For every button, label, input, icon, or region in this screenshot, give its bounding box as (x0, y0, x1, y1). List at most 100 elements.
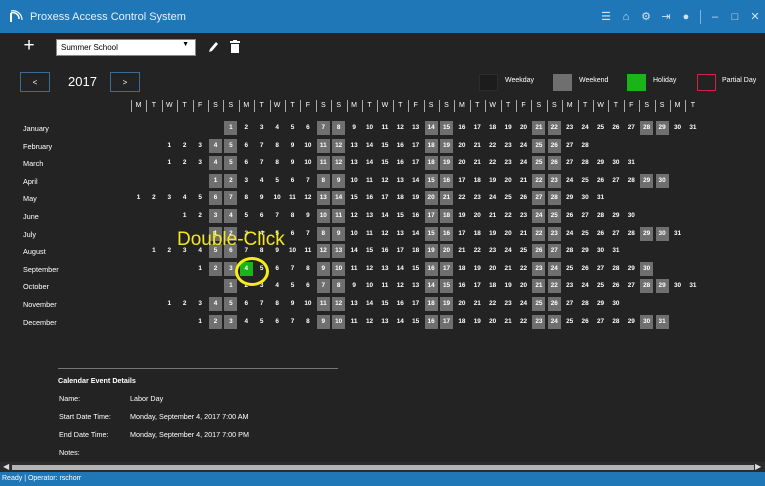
calendar-day[interactable]: 14 (394, 315, 407, 329)
calendar-day[interactable]: 2 (178, 297, 191, 311)
calendar-day[interactable]: 11 (316, 297, 330, 311)
calendar-day[interactable]: 27 (563, 156, 576, 170)
calendar-day[interactable]: 27 (625, 279, 638, 293)
calendar-day[interactable]: 22 (532, 173, 546, 188)
calendar-day[interactable]: 7 (255, 139, 268, 153)
calendar-day[interactable]: 8 (316, 173, 330, 188)
calendar-day[interactable]: 12 (378, 227, 391, 241)
calendar-day[interactable]: 6 (301, 121, 314, 135)
calendar-day[interactable]: 27 (594, 262, 607, 276)
calendar-day[interactable]: 13 (394, 174, 407, 188)
calendar-day[interactable]: 1 (194, 262, 207, 276)
calendar-day[interactable]: 30 (640, 314, 654, 329)
calendar-day[interactable]: 10 (316, 209, 330, 223)
calendar-day[interactable]: 16 (455, 121, 468, 135)
calendar-day[interactable]: 11 (378, 121, 391, 135)
calendar-day[interactable]: 1 (163, 156, 176, 170)
calendar-day[interactable]: 24 (547, 261, 561, 276)
calendar-day[interactable]: 2 (163, 244, 176, 258)
calendar-day[interactable]: 18 (471, 227, 484, 241)
calendar-day[interactable]: 14 (424, 121, 438, 135)
calendar-day[interactable]: 13 (348, 156, 361, 170)
calendar-day[interactable]: 15 (378, 297, 391, 311)
calendar-day[interactable]: 26 (609, 121, 622, 135)
calendar-day[interactable]: 17 (409, 156, 422, 170)
calendar-day[interactable]: 6 (240, 156, 253, 170)
calendar-day[interactable]: 12 (332, 156, 346, 171)
calendar-day[interactable]: 20 (424, 191, 438, 206)
calendar-day[interactable]: 10 (363, 279, 376, 293)
calendar-day[interactable]: 29 (655, 121, 669, 135)
calendar-day[interactable]: 22 (471, 244, 484, 258)
calendar-day[interactable]: 13 (332, 244, 346, 259)
calendar-day[interactable]: 30 (625, 209, 638, 223)
calendar-day[interactable]: 22 (486, 297, 499, 311)
calendar-day[interactable]: 29 (640, 226, 654, 241)
calendar-day[interactable]: 4 (209, 156, 222, 171)
calendar-day[interactable]: 13 (348, 297, 361, 311)
calendar-day[interactable]: 12 (348, 209, 361, 223)
calendar-day[interactable]: 26 (517, 191, 530, 205)
calendar-day[interactable]: 15 (394, 209, 407, 223)
calendar-day[interactable]: 7 (255, 156, 268, 170)
calendar-day[interactable]: 15 (440, 121, 453, 135)
calendar-day[interactable]: 23 (471, 191, 484, 205)
calendar-day[interactable]: 22 (455, 191, 468, 205)
calendar-day[interactable]: 3 (194, 297, 207, 311)
calendar-day[interactable]: 18 (440, 209, 453, 223)
calendar-day[interactable]: 8 (316, 226, 330, 241)
calendar-day[interactable]: 3 (224, 314, 238, 329)
calendar-day[interactable]: 25 (517, 244, 530, 258)
calendar-day[interactable]: 7 (316, 121, 330, 135)
calendar-day[interactable]: 18 (424, 297, 438, 311)
calendar-day[interactable]: 21 (502, 315, 515, 329)
calendar-day[interactable]: 1 (163, 297, 176, 311)
calendar-day[interactable]: 20 (455, 139, 468, 153)
calendar-day[interactable]: 4 (271, 279, 284, 293)
calendar-day[interactable]: 25 (532, 138, 546, 153)
calendar-day[interactable]: 7 (271, 209, 284, 223)
calendar-day[interactable]: 12 (378, 174, 391, 188)
calendar-day[interactable]: 19 (502, 121, 515, 135)
calendar-day[interactable]: 28 (609, 315, 622, 329)
calendar-day[interactable]: 30 (655, 226, 669, 241)
calendar-day[interactable]: 12 (363, 315, 376, 329)
calendar-day[interactable]: 9 (348, 121, 361, 135)
calendar-day[interactable]: 20 (502, 174, 515, 188)
calendar-day[interactable]: 29 (655, 279, 669, 294)
calendar-day[interactable]: 14 (332, 191, 346, 206)
calendar-day[interactable]: 13 (316, 191, 330, 206)
calendar-day[interactable]: 25 (563, 315, 576, 329)
calendar-day[interactable]: 26 (547, 156, 561, 171)
calendar-day[interactable]: 8 (301, 315, 314, 329)
calendar-day[interactable]: 8 (240, 191, 253, 205)
calendar-day[interactable]: 18 (486, 279, 499, 293)
calendar-day[interactable]: 11 (363, 174, 376, 188)
calendar-day[interactable]: 10 (363, 121, 376, 135)
calendar-day[interactable]: 9 (286, 297, 299, 311)
calendar-day[interactable]: 20 (502, 227, 515, 241)
calendar-day[interactable]: 24 (563, 227, 576, 241)
calendar-day[interactable]: 8 (301, 262, 314, 276)
calendar-day[interactable]: 17 (455, 174, 468, 188)
calendar-day[interactable]: 26 (579, 262, 592, 276)
calendar-day[interactable]: 11 (286, 191, 299, 205)
calendar-day[interactable]: 13 (394, 227, 407, 241)
calendar-day[interactable]: 12 (394, 121, 407, 135)
calendar-day[interactable]: 5 (286, 121, 299, 135)
calendar-day[interactable]: 14 (394, 262, 407, 276)
calendar-day[interactable]: 22 (517, 315, 530, 329)
calendar-day[interactable]: 5 (224, 297, 238, 311)
calendar-day[interactable]: 17 (409, 139, 422, 153)
calendar-day[interactable]: 23 (532, 314, 546, 329)
calendar-day[interactable]: 7 (286, 315, 299, 329)
calendar-day[interactable]: 28 (563, 244, 576, 258)
calendar-day[interactable]: 17 (440, 314, 453, 329)
calendar-day[interactable]: 4 (240, 315, 253, 329)
calendar-day[interactable]: 26 (594, 174, 607, 188)
calendar-day[interactable]: 23 (547, 173, 561, 188)
calendar-day[interactable]: 24 (486, 191, 499, 205)
calendar-day[interactable]: 29 (594, 156, 607, 170)
calendar-day[interactable]: 20 (517, 279, 530, 293)
calendar-day[interactable]: 14 (409, 174, 422, 188)
